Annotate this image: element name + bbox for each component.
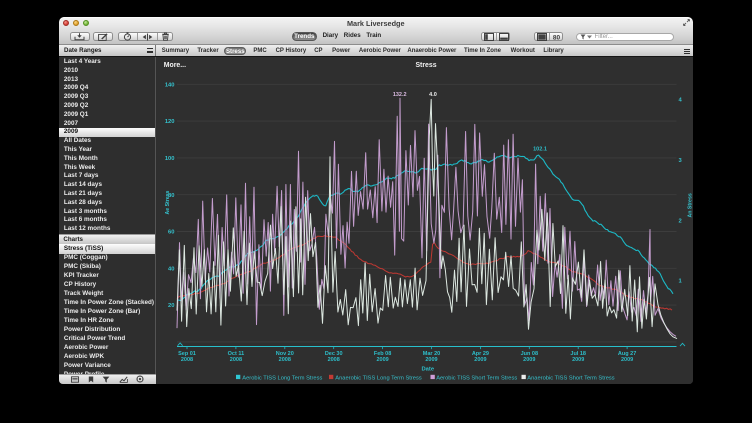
svg-text:132.2: 132.2 — [393, 92, 407, 98]
svg-text:2009: 2009 — [426, 357, 438, 363]
svg-text:2009: 2009 — [475, 357, 487, 363]
svg-text:Date: Date — [422, 367, 435, 373]
svg-text:102.1: 102.1 — [533, 147, 547, 153]
svg-text:An Stress: An Stress — [688, 193, 693, 217]
svg-text:2008: 2008 — [230, 357, 242, 363]
svg-text:80: 80 — [553, 34, 561, 41]
svg-text:2: 2 — [679, 218, 682, 224]
svg-text:2009: 2009 — [572, 357, 584, 363]
svg-text:Ae Stress: Ae Stress — [165, 191, 171, 215]
svg-text:3: 3 — [679, 158, 683, 164]
svg-text:More...: More... — [164, 62, 186, 69]
svg-text:2008: 2008 — [279, 357, 291, 363]
svg-text:60: 60 — [168, 230, 174, 236]
svg-text:Aerobic TISS Long Term Stress: Aerobic TISS Long Term Stress — [243, 375, 323, 381]
svg-text:2008: 2008 — [181, 357, 193, 363]
svg-text:140: 140 — [165, 83, 175, 89]
svg-text:40: 40 — [168, 267, 174, 273]
svg-text:2008: 2008 — [328, 357, 340, 363]
svg-text:Aerobic TISS Short Term Stress: Aerobic TISS Short Term Stress — [436, 375, 517, 381]
svg-text:2009: 2009 — [377, 357, 389, 363]
svg-text:Stress: Stress — [416, 62, 437, 69]
svg-text:120: 120 — [165, 119, 175, 125]
svg-text:Anaerobic TISS Long Term Stres: Anaerobic TISS Long Term Stress — [336, 375, 423, 381]
svg-text:100: 100 — [165, 156, 175, 162]
svg-text:4: 4 — [679, 98, 683, 104]
svg-text:4.0: 4.0 — [429, 92, 437, 98]
svg-text:2009: 2009 — [621, 357, 633, 363]
svg-text:20: 20 — [168, 303, 174, 309]
svg-text:1: 1 — [679, 279, 683, 285]
svg-text:2009: 2009 — [523, 357, 535, 363]
svg-text:Anaerobic TISS Short Term Stre: Anaerobic TISS Short Term Stress — [528, 375, 615, 381]
